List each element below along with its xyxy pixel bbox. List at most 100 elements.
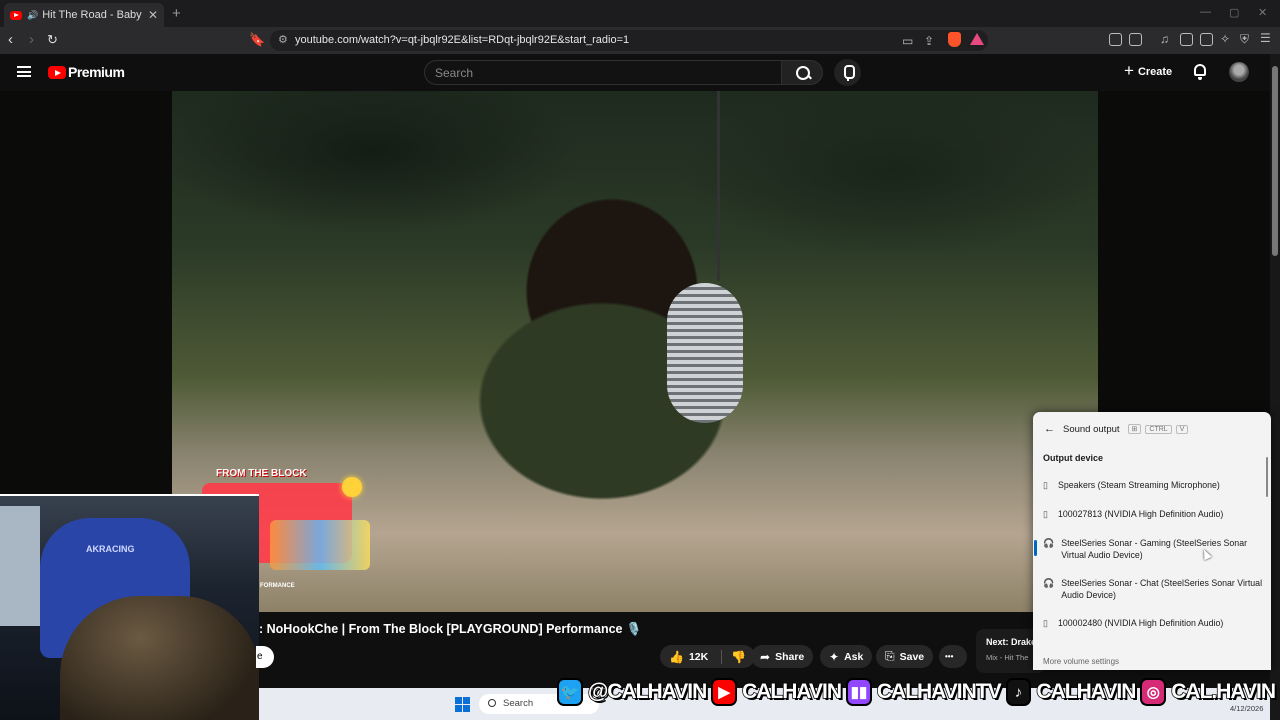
webcam-overlay: AKRACING <box>0 494 259 720</box>
tab-search-icon[interactable] <box>1129 33 1142 46</box>
wallet-icon[interactable] <box>1200 33 1213 46</box>
address-bar[interactable]: ⚙ youtube.com/watch?v=qt-jbqlr92E&list=R… <box>270 30 988 51</box>
device-label: SteelSeries Sonar - Gaming (SteelSeries … <box>1061 538 1248 560</box>
microphone-image <box>667 283 743 423</box>
plus-icon: + <box>1124 61 1134 80</box>
sound-panel-title: Sound output <box>1063 423 1120 435</box>
share-button[interactable]: ➦ Share <box>751 645 814 668</box>
device-label: 100002480 (NVIDIA High Definition Audio) <box>1058 618 1224 628</box>
avatar[interactable] <box>1229 62 1249 82</box>
youtube-icon: ▶ <box>711 678 738 706</box>
output-device-heading: Output device <box>1043 453 1104 463</box>
reload-icon[interactable]: ↻ <box>47 32 58 48</box>
thumbs-down-icon[interactable]: 👎 <box>721 649 746 664</box>
share-page-icon[interactable]: ⇪ <box>924 34 934 48</box>
bookmark-icon[interactable]: 🔖 <box>249 32 265 48</box>
sound-panel-header: ← Sound output ⊞ CTRL V <box>1044 423 1189 435</box>
shortcut-v: V <box>1175 424 1189 434</box>
url-text: youtube.com/watch?v=qt-jbqlr92E&list=RDq… <box>295 34 630 46</box>
brave-shields-icon[interactable] <box>948 32 961 47</box>
twitter-handle: @CALHAVIN <box>587 679 708 704</box>
sparkle-icon: ✦ <box>829 649 840 664</box>
keyboard-shortcut: ⊞ CTRL V <box>1127 424 1189 434</box>
tiktok-icon: ♪ <box>1005 678 1032 706</box>
save-label: Save <box>899 650 925 663</box>
speaker-device-icon: ▯ <box>1043 480 1048 490</box>
extensions-icon[interactable] <box>1109 33 1122 46</box>
output-device-item[interactable]: ▯ 100002480 (NVIDIA High Definition Audi… <box>1043 617 1263 629</box>
output-device-item[interactable]: ▯ Speakers (Steam Streaming Microphone) <box>1043 479 1263 491</box>
browser-tab[interactable]: 🔊 Hit The Road - Baby Crash f/ ✕ <box>4 3 164 27</box>
notifications-icon[interactable] <box>1194 64 1206 80</box>
headphones-icon: 🎧 <box>1043 578 1055 588</box>
instagram-icon: ◎ <box>1140 678 1167 706</box>
streamer <box>60 596 259 720</box>
create-button[interactable]: + Create <box>1124 61 1173 81</box>
shortcut-ctrl: CTRL <box>1145 424 1172 434</box>
search-input[interactable]: Search <box>424 60 782 85</box>
twitch-handle: CALHAVINTV <box>876 679 1002 704</box>
create-label: Create <box>1137 66 1173 78</box>
search-icon[interactable] <box>781 60 823 85</box>
device-label: Speakers (Steam Streaming Microphone) <box>1058 480 1220 490</box>
back-arrow-icon[interactable]: ← <box>1044 423 1055 435</box>
browser-tab-bar: 🔊 Hit The Road - Baby Crash f/ ✕ + — ▢ ✕ <box>0 0 1280 27</box>
logo-top-text: FROM THE BLOCK <box>216 468 307 479</box>
share-label: Share <box>775 650 805 663</box>
tiktok-handle: CALHAVIN <box>1036 679 1137 704</box>
save-button[interactable]: ⎘ Save <box>876 645 934 668</box>
device-label: SteelSeries Sonar - Chat (SteelSeries So… <box>1061 578 1263 600</box>
back-icon[interactable]: ‹ <box>8 31 13 48</box>
ask-button[interactable]: ✦ Ask <box>820 645 873 668</box>
panel-scrollbar[interactable] <box>1266 457 1268 497</box>
twitch-icon: ▮▮ <box>846 678 872 706</box>
leo-ai-icon[interactable]: ✧ <box>1220 32 1230 46</box>
device-label: 100027813 (NVIDIA High Definition Audio) <box>1058 509 1224 519</box>
close-tab-icon[interactable]: ✕ <box>148 8 158 22</box>
microphone-stand <box>717 91 720 281</box>
menu-icon[interactable]: ☰ <box>1260 31 1271 45</box>
instagram-handle: CAL.HAVIN <box>1171 679 1277 704</box>
output-device-item[interactable]: ▯ 100027813 (NVIDIA High Definition Audi… <box>1043 508 1263 520</box>
new-tab-button[interactable]: + <box>172 5 181 22</box>
site-info-icon[interactable]: ⚙ <box>278 33 288 46</box>
subscribe-button[interactable]: e <box>256 646 274 668</box>
brave-rewards-icon[interactable] <box>970 33 984 45</box>
search-placeholder: Search <box>435 66 474 80</box>
windows-start-icon[interactable] <box>455 697 470 712</box>
cast-icon[interactable]: ▭ <box>902 34 913 48</box>
youtube-premium-label[interactable]: Premium <box>68 64 125 80</box>
close-window-icon[interactable]: ✕ <box>1258 6 1267 19</box>
media-control-icon[interactable]: ♫ <box>1160 32 1169 46</box>
like-count: 12K <box>688 650 709 663</box>
output-device-item-selected[interactable]: 🎧 SteelSeries Sonar - Gaming (SteelSerie… <box>1034 537 1263 561</box>
voice-search-icon[interactable] <box>834 59 861 86</box>
output-device-item[interactable]: 🎧 SteelSeries Sonar - Chat (SteelSeries … <box>1043 577 1263 601</box>
sun-icon <box>342 477 362 497</box>
vpn-icon[interactable]: ⛨ <box>1240 32 1249 47</box>
playground-graphic <box>270 520 370 570</box>
speaker-device-icon: ▯ <box>1043 509 1048 519</box>
maximize-icon[interactable]: ▢ <box>1229 6 1239 19</box>
more-actions-button[interactable]: ••• <box>939 645 967 668</box>
save-icon: ⎘ <box>885 649 895 663</box>
scrollbar-thumb[interactable] <box>1272 66 1278 256</box>
guide-menu-icon[interactable] <box>17 66 31 77</box>
speaker-device-icon: ▯ <box>1043 618 1048 628</box>
youtube-logo-icon[interactable] <box>48 66 66 79</box>
page-scrollbar[interactable] <box>1270 54 1280 720</box>
thumbs-up-icon: 👍 <box>669 649 684 664</box>
background-trees <box>172 91 1098 291</box>
headphones-icon: 🎧 <box>1043 538 1055 548</box>
youtube-header: Premium Search + Create <box>0 54 1280 91</box>
logo-bottom-text: FORMANCE <box>260 583 295 589</box>
minimize-icon[interactable]: — <box>1200 6 1211 18</box>
twitter-icon: 🐦 <box>557 678 583 706</box>
speaker-icon[interactable]: 🔊 <box>27 10 38 21</box>
sidebar-icon[interactable] <box>1180 33 1193 46</box>
youtube-handle: CALHAVIN <box>741 679 842 704</box>
more-volume-settings-link[interactable]: More volume settings <box>1043 657 1119 666</box>
chair-brand-text: AKRACING <box>86 544 135 554</box>
forward-icon[interactable]: › <box>29 31 34 48</box>
like-button[interactable]: 👍 12K 👎 <box>660 645 756 668</box>
